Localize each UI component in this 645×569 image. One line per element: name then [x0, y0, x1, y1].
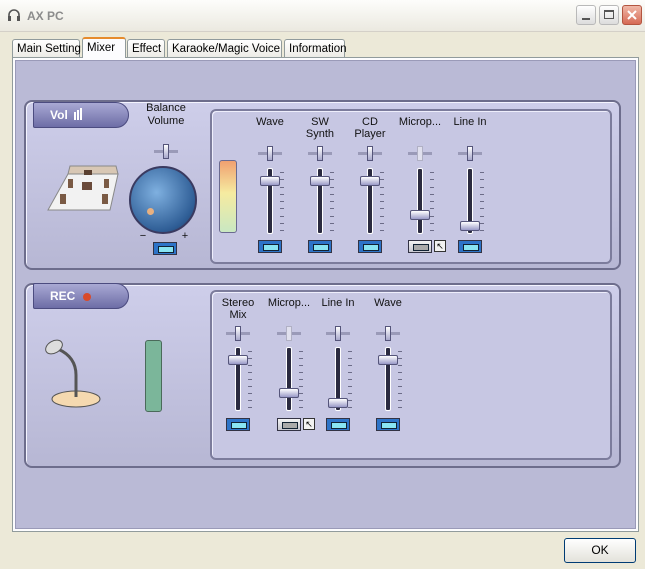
rec-balance-slider-microp[interactable]	[277, 326, 301, 341]
vol-channel-sublabel-sw: Synth	[305, 128, 335, 140]
vol-mute-button-sw[interactable]	[308, 240, 332, 253]
close-button[interactable]	[622, 5, 642, 25]
tab-mixer[interactable]: Mixer	[82, 37, 126, 58]
volume-minus-label: −	[139, 230, 147, 242]
speaker-room-icon	[38, 152, 124, 228]
close-icon	[627, 10, 637, 20]
headphones-icon	[8, 9, 20, 21]
tab-effect[interactable]: Effect	[127, 39, 165, 57]
arrow-cursor-icon: ↖	[436, 241, 444, 251]
tab-main-setting[interactable]: Main Setting	[12, 39, 81, 57]
vol-volume-slider-wave[interactable]	[254, 168, 286, 234]
rec-channel-label-stereo: Stereo	[221, 297, 255, 309]
vol-balance-slider-sw[interactable]	[308, 146, 332, 161]
rec-volume-slider-stereo[interactable]	[222, 347, 254, 411]
vol-volume-slider-cd[interactable]	[354, 168, 386, 234]
balance-label: Balance	[146, 102, 186, 114]
volume-label: Volume	[147, 115, 185, 127]
vol-mute-button-wave[interactable]	[258, 240, 282, 253]
microphone-icon	[38, 335, 106, 413]
rec-mute-button-stereo[interactable]	[226, 418, 250, 431]
tab-karaoke-magic-voice[interactable]: Karaoke/Magic Voice	[167, 39, 282, 57]
vol-volume-slider-sw[interactable]	[304, 168, 336, 234]
vol-level-meter	[219, 160, 237, 233]
tab-information[interactable]: Information	[284, 39, 347, 57]
vol-channel-label-cd: CD	[362, 116, 378, 128]
vol-channel-label-line-in: Line In	[453, 116, 487, 128]
rec-mute-button-line-in[interactable]	[326, 418, 350, 431]
vol-mute-button-cd[interactable]	[358, 240, 382, 253]
vol-balance-slider-line-in[interactable]	[458, 146, 482, 161]
rec-mute-button-wave[interactable]	[376, 418, 400, 431]
volume-bars-icon	[74, 104, 83, 128]
vol-balance-slider-wave[interactable]	[258, 146, 282, 161]
maximize-icon	[604, 10, 614, 19]
rec-balance-slider-line-in[interactable]	[326, 326, 350, 341]
ok-button[interactable]: OK	[564, 538, 636, 563]
rec-volume-slider-wave[interactable]	[372, 347, 404, 411]
vol-channel-label-microp: Microp...	[398, 116, 442, 128]
minimize-icon	[582, 18, 590, 20]
master-volume-knob[interactable]	[129, 166, 197, 234]
vol-channel-sublabel-cd: Player	[354, 128, 386, 140]
rec-mute-button-microp[interactable]	[277, 418, 301, 431]
window-title: AX PC	[27, 9, 64, 23]
rec-channels-panel	[210, 290, 612, 460]
rec-level-meter	[145, 340, 162, 412]
master-mute-button[interactable]	[153, 242, 177, 255]
rec-badge: REC	[33, 283, 129, 309]
rec-volume-slider-line-in[interactable]	[322, 347, 354, 411]
balance-slider[interactable]	[154, 144, 178, 159]
rec-channel-label-microp: Microp...	[267, 297, 311, 309]
vol-channel-label-wave: Wave	[256, 116, 284, 128]
arrow-cursor-icon: ↖	[305, 419, 313, 429]
vol-volume-slider-microp[interactable]	[404, 168, 436, 234]
volume-plus-label: +	[181, 230, 189, 242]
vol-volume-slider-line-in[interactable]	[454, 168, 486, 234]
rec-balance-slider-wave[interactable]	[376, 326, 400, 341]
rec-channel-label-line-in: Line In	[321, 297, 355, 309]
record-indicator	[82, 292, 91, 301]
rec-channel-label-wave: Wave	[374, 297, 402, 309]
maximize-button[interactable]	[599, 5, 619, 25]
vol-balance-slider-microp[interactable]	[408, 146, 432, 161]
title-bar: AX PC	[0, 0, 645, 32]
minimize-button[interactable]	[576, 5, 596, 25]
rec-volume-slider-microp[interactable]	[273, 347, 305, 411]
vol-channel-label-sw: SW	[311, 116, 329, 128]
vol-balance-slider-cd[interactable]	[358, 146, 382, 161]
rec-channel-sublabel-stereo: Mix	[229, 309, 247, 321]
vol-mute-button-microp[interactable]	[408, 240, 432, 253]
rec-balance-slider-stereo[interactable]	[226, 326, 250, 341]
vol-badge: Vol	[33, 102, 129, 128]
vol-mute-button-line-in[interactable]	[458, 240, 482, 253]
vol-select-source-microp[interactable]: ↖	[434, 240, 446, 252]
rec-select-source-microp[interactable]: ↖	[303, 418, 315, 430]
